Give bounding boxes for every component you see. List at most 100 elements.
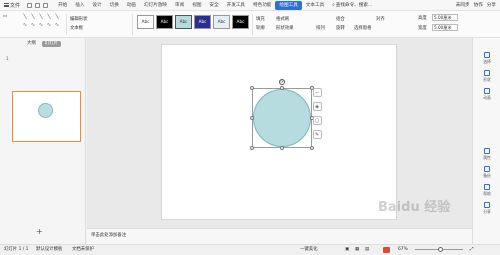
thumbnail-circle-shape [38, 103, 53, 118]
rotate-handle[interactable]: ⟳ [279, 79, 285, 85]
resize-handle[interactable] [280, 146, 284, 150]
redo-icon[interactable] [43, 2, 49, 8]
arrange-button[interactable]: 排列 [316, 25, 325, 31]
search-icon: ⌕ [332, 3, 335, 8]
curve-shape-icon[interactable]: ∿ [21, 21, 29, 29]
style-preset-selected[interactable]: Abc [175, 15, 192, 29]
minus-icon[interactable]: − [312, 88, 322, 97]
search-label: 查找命令、搜索... [335, 3, 373, 8]
sidebar-item-backup[interactable]: 备份 [473, 166, 500, 179]
quick-access-toolbar [27, 2, 49, 8]
tab-design[interactable]: 设计 [88, 1, 105, 10]
shape-gallery[interactable]: ╲ ╲ ╲ ╲ ╲ ∿ ∿ ∿ ∿ ∿ [21, 13, 61, 29]
outline-button[interactable]: 轮廓 [256, 25, 265, 31]
slide[interactable]: ⟳ − ◈ ▢ ✎ [161, 44, 397, 220]
curve-shape-icon[interactable]: ∿ [53, 21, 61, 29]
align-button[interactable]: 对齐 [376, 16, 385, 22]
fill-button[interactable]: 填充 [256, 16, 265, 22]
file-menu-label: 文件 [10, 2, 21, 9]
floating-toolbar: − ◈ ▢ ✎ [312, 88, 322, 139]
resize-handle[interactable] [250, 146, 254, 150]
select-pane-button[interactable]: 选择窗格 [354, 25, 372, 31]
edit-shape-button[interactable]: 编辑形状 [70, 16, 88, 22]
file-menu[interactable]: 文件 [0, 0, 24, 11]
tab-outline[interactable]: 大纲 [24, 41, 39, 47]
style-preset[interactable]: Abc [137, 15, 154, 29]
curve-shape-icon[interactable]: ∿ [37, 21, 45, 29]
height-input[interactable]: 5.00厘米 [432, 14, 458, 21]
fit-window-icon[interactable]: ⤢ [470, 245, 474, 255]
style-preset[interactable]: Abc [156, 15, 173, 29]
curve-shape-icon[interactable]: ∿ [45, 21, 53, 29]
tab-slideshow[interactable]: 幻灯片放映 [140, 1, 171, 10]
tab-features[interactable]: 特色功能 [249, 1, 275, 10]
tab-text-tools[interactable]: 文本工具 [302, 1, 328, 10]
width-input[interactable]: 5.00厘米 [432, 24, 458, 31]
tab-transition[interactable]: 切换 [106, 1, 123, 10]
layers-icon[interactable]: ◈ [312, 102, 322, 111]
line-shape-icon[interactable]: ╲ [53, 13, 61, 21]
style-preset[interactable]: Abc [194, 15, 211, 29]
panel-tabs: 大纲 幻灯片 [24, 41, 61, 47]
tab-developer[interactable]: 开发工具 [223, 1, 249, 10]
sidebar-item-help[interactable]: 帮助 [473, 184, 500, 197]
beautify-button[interactable]: 一键美化 [300, 245, 318, 255]
tab-home[interactable]: 开始 [54, 1, 71, 10]
backup-icon [484, 166, 490, 172]
help-icon [484, 184, 490, 190]
style-preset[interactable]: Abc [213, 15, 230, 29]
sidebar-item-shape[interactable]: 形状 [473, 70, 500, 83]
crop-icon[interactable]: ▢ [312, 116, 322, 125]
text-box-button[interactable]: 文本框 [70, 25, 83, 31]
tab-drawing-tools[interactable]: 绘图工具 [275, 0, 302, 10]
resize-handle[interactable] [250, 116, 254, 120]
shape-icon [484, 70, 490, 76]
tab-security[interactable]: 安全 [205, 1, 222, 10]
slide-thumbnail[interactable] [12, 91, 81, 142]
style-preset[interactable]: Abc [232, 15, 249, 29]
curve-shape-icon[interactable]: ∿ [29, 21, 37, 29]
tab-animation[interactable]: 动画 [123, 1, 140, 10]
zoom-slider-knob[interactable] [438, 247, 443, 252]
save-icon[interactable] [27, 2, 33, 8]
tab-insert[interactable]: 插入 [71, 1, 88, 10]
tab-view[interactable]: 视图 [188, 1, 205, 10]
ribbon-drawing-tools: ▭ ╲ ╲ ╲ ╲ ╲ ∿ ∿ ∿ ∿ ∿ 编辑形状 文本框 Abc Abc A… [0, 11, 500, 38]
sidebar-item-properties[interactable]: 属性 [473, 148, 500, 161]
undo-icon[interactable] [35, 2, 41, 8]
sorter-view-icon[interactable]: ▦ [355, 245, 359, 255]
shape-insert-button[interactable]: ▭ [3, 14, 7, 19]
resize-handle[interactable] [280, 86, 284, 90]
divider [132, 14, 133, 35]
resize-handle[interactable] [310, 146, 314, 150]
collab-button[interactable]: 协作 [474, 2, 483, 8]
format-brush-button[interactable]: 格式刷 [276, 16, 289, 22]
backup-status[interactable]: 文档未保护 [72, 245, 94, 255]
rotate-button[interactable]: 旋转 [336, 25, 345, 31]
cursor-icon [484, 52, 490, 58]
line-shape-icon[interactable]: ╲ [21, 13, 29, 21]
line-shape-icon[interactable]: ╲ [29, 13, 37, 21]
shape-effect-button[interactable]: 形状效果 [276, 25, 294, 31]
share-button[interactable]: 分享 [487, 2, 496, 8]
resize-handle[interactable] [250, 86, 254, 90]
sidebar-item-select[interactable]: 选择 [473, 52, 500, 65]
line-shape-icon[interactable]: ╲ [37, 13, 45, 21]
play-button[interactable] [383, 247, 390, 253]
add-slide-button[interactable]: + [36, 227, 43, 236]
command-search[interactable]: ⌕ 查找命令、搜索... [332, 2, 372, 8]
sidebar-item-share[interactable]: 分享 [473, 202, 500, 215]
tab-slides[interactable]: 幻灯片 [41, 41, 61, 47]
line-shape-icon[interactable]: ╲ [45, 13, 53, 21]
sidebar-label: 分享 [483, 209, 491, 214]
sync-status[interactable]: 未同步 [456, 2, 470, 8]
notes-placeholder: 单击此处添加备注 [91, 233, 127, 238]
pen-icon[interactable]: ✎ [312, 130, 322, 139]
sidebar-item-animation[interactable]: 动画 [473, 88, 500, 101]
group-button[interactable]: 组合 [336, 16, 345, 22]
tab-review[interactable]: 审阅 [171, 1, 188, 10]
normal-view-icon[interactable]: ▣ [345, 245, 349, 255]
reading-view-icon[interactable]: ▤ [365, 245, 369, 255]
divider [252, 14, 253, 35]
notes-pane[interactable]: 单击此处添加备注 [87, 228, 472, 244]
